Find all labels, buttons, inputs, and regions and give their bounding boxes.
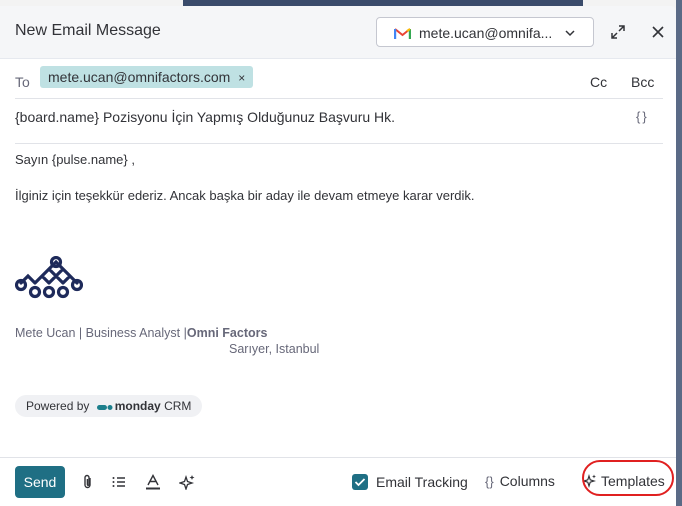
gmail-icon [394, 28, 411, 39]
body-paragraph: İlginiz için teşekkür ederiz. Ancak başk… [15, 188, 475, 203]
powered-by-suffix: CRM [164, 399, 192, 413]
signature-location: Sarıyer, Istanbul [229, 342, 320, 356]
composer-title: New Email Message [15, 22, 161, 39]
templates-label: Templates [601, 473, 665, 489]
powered-by-prefix: Powered by [26, 399, 90, 413]
checkmark-icon [354, 478, 366, 487]
close-icon[interactable] [652, 26, 664, 38]
text-color-icon[interactable] [145, 474, 161, 490]
recipient-chip: mete.ucan@omnifactors.com × [40, 66, 254, 88]
send-button[interactable]: Send [15, 466, 65, 498]
from-account-select[interactable]: mete.ucan@omnifa... [376, 17, 594, 47]
to-label: To [15, 74, 30, 90]
paperclip-icon[interactable] [80, 474, 96, 490]
background-app-edge [676, 0, 682, 506]
omni-factors-logo [15, 256, 83, 299]
from-account-value: mete.ucan@omnifa... [419, 25, 553, 41]
signature-name-title: Mete Ucan | Business Analyst | [15, 326, 187, 340]
chip-remove-icon[interactable]: × [238, 71, 245, 85]
columns-label: Columns [499, 473, 555, 489]
templates-sparkle-icon [583, 474, 596, 488]
signature-company: Omni Factors [186, 326, 268, 340]
monday-logo-icon [96, 404, 113, 410]
insert-variable-button[interactable]: {} [636, 109, 649, 124]
email-tracking-label: Email Tracking [376, 474, 468, 490]
subject-value: {board.name} Pozisyonu İçin Yapmış Olduğ… [15, 109, 396, 125]
signature-line: Mete Ucan | Business Analyst |Omni Facto… [15, 326, 267, 340]
to-field[interactable]: To mete.ucan@omnifactors.com × Cc Bcc [15, 64, 663, 99]
cc-button[interactable]: Cc [590, 74, 607, 90]
list-icon[interactable] [111, 474, 127, 490]
powered-by-brand: monday [114, 399, 161, 413]
composer-footer: Send Email Tracking {} Columns Templates [0, 457, 676, 506]
subject-field[interactable]: {board.name} Pozisyonu İçin Yapmış Olduğ… [15, 105, 663, 144]
ai-sparkle-icon[interactable] [179, 474, 195, 490]
recipient-chip-email: mete.ucan@omnifactors.com [48, 69, 231, 85]
powered-by-badge[interactable]: Powered by monday CRM [15, 395, 203, 417]
email-composer-modal: New Email Message mete.ucan@omnifa... To… [0, 6, 676, 506]
templates-button[interactable]: Templates [583, 473, 665, 489]
chevron-down-icon [565, 30, 575, 37]
expand-icon[interactable] [610, 24, 626, 40]
email-tracking-checkbox[interactable] [352, 474, 368, 490]
bcc-button[interactable]: Bcc [631, 74, 654, 90]
composer-header: New Email Message mete.ucan@omnifa... [0, 6, 676, 59]
columns-button[interactable]: {} Columns [485, 473, 555, 489]
braces-icon: {} [485, 474, 494, 489]
body-greeting: Sayın {pulse.name} , [15, 152, 135, 167]
